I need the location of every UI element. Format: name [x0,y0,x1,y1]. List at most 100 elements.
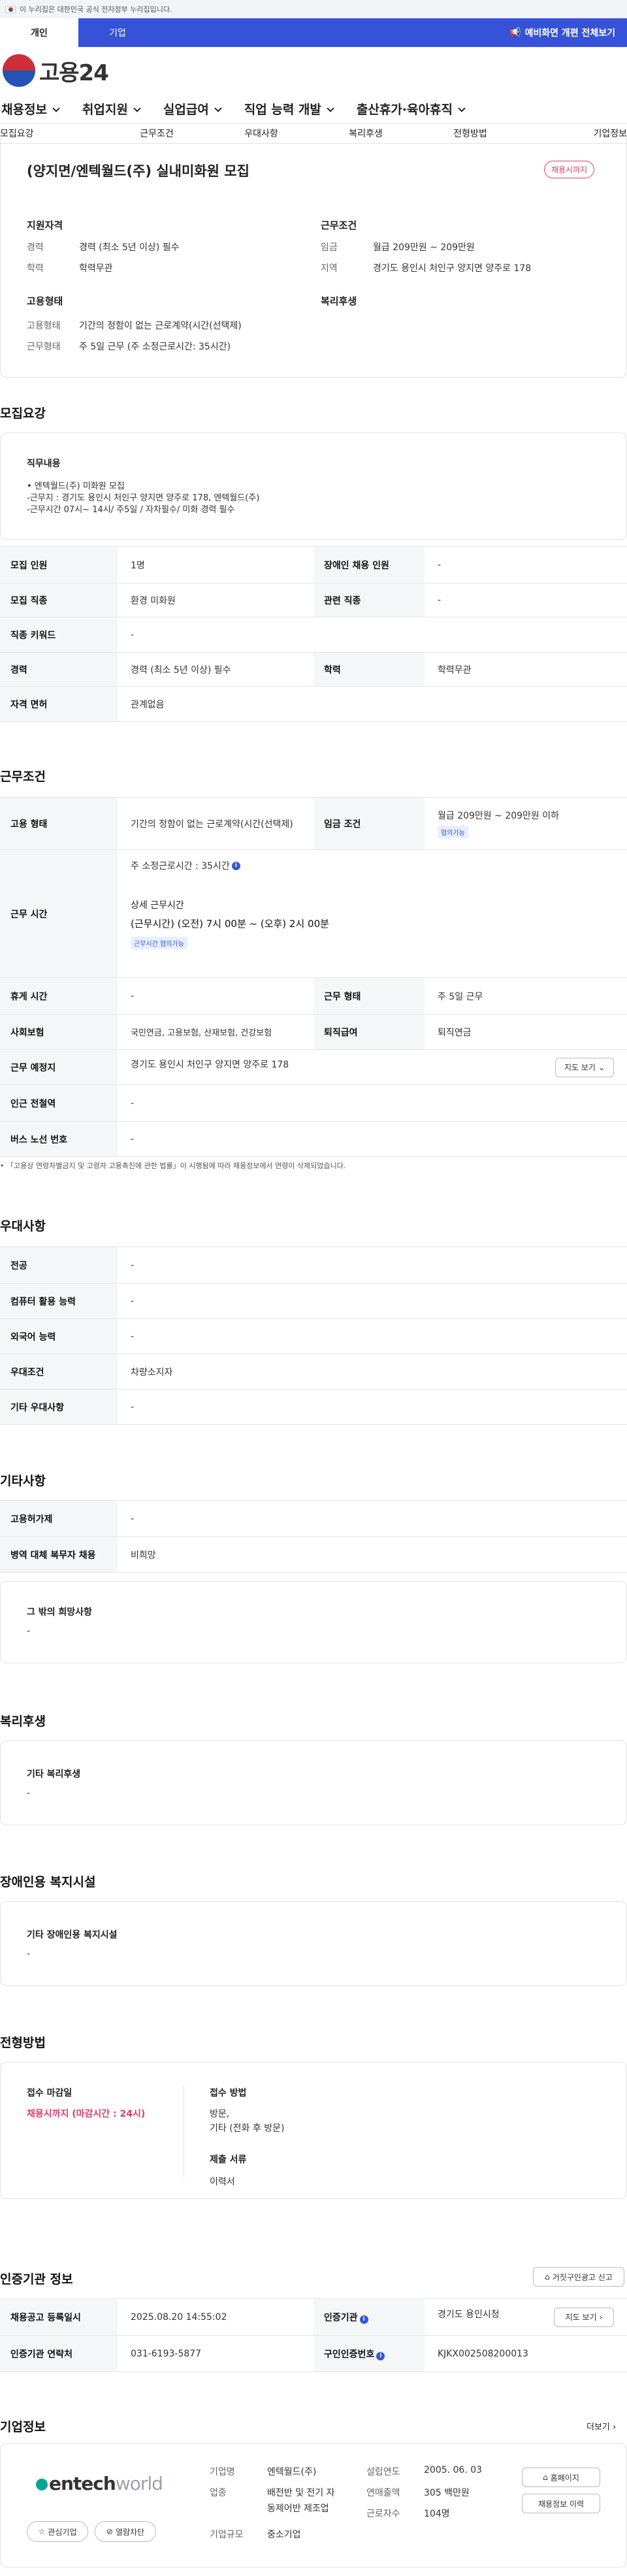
row-value: - [118,1389,627,1425]
report-fake-ad-label: 거짓구인광고 신고 [552,2272,613,2282]
status-badge: 채용시까지 [544,161,595,178]
row-value: 환경 미화원 [118,583,314,617]
row-label: 휴게 시간 [0,977,118,1015]
wage-value: 월급 209만원 ~ 209만원 [373,242,475,253]
nav-employment-support-label: 취업지원 [82,102,128,117]
other-wish-heading: 그 밖의 희망사항 [27,1607,92,1618]
row-label: 인증기관 [324,2312,358,2323]
recruit-table: 모집 인원 1명 장애인 채용 인원 - 모집 직종 환경 미화원 관련 직종 - 직종 키… [0,546,627,722]
info-icon[interactable]: i [359,2315,368,2324]
emptype-label: 고용형태 [27,321,61,331]
disabled-other-heading: 기타 장애인용 복지시설 [27,1930,118,1940]
row-label: 근무 예정지 [0,1049,118,1085]
disabled-section-title: 장애인용 복지시설 [0,1875,96,1889]
nav-skills[interactable]: 직업 능력 개발 [244,100,334,118]
recruit-section-title: 모집요강 [0,406,46,421]
map-button[interactable]: 지도 보기 ⌄ [555,1057,614,1077]
region-value: 경기도 용인시 처인구 양지면 양주로 178 [373,263,532,274]
homepage-label: 홈페이지 [550,2473,579,2483]
row-value: 기간의 정함이 없는 근로계약(시간(선택제) [118,797,314,850]
selection-section-title: 전형방법 [0,2036,46,2050]
row-label: 근무 형태 [314,977,425,1015]
preview-link[interactable]: 📢 예비화면 개편 전체보기 [509,18,627,47]
nav-jobs[interactable]: 채용정보 [1,100,60,118]
block-view-button[interactable]: ⊘ 열람차단 [95,2521,156,2542]
wage-label: 임금 [321,242,338,253]
table-row: 직종 키워드 - [0,617,627,653]
homepage-button[interactable]: ⌂ 홈페이지 [522,2468,600,2487]
industry-value: 동제어반 제조업 [267,2503,329,2514]
table-row: 고용 형태 기간의 정함이 없는 근로계약(시간(선택제) 임금 조건 월급 2… [0,797,627,850]
deadline-heading: 접수 마감일 [27,2088,72,2098]
table-row: 경력 경력 (최소 5년 이상) 필수 학력 학력무관 [0,652,627,687]
job-history-button[interactable]: 채용정보 이력 [522,2494,600,2513]
detail-hours-heading: 상세 근무시간 [131,900,184,911]
row-value: 비희망 [118,1537,627,1573]
duty-card: 직무내용 • 엔텍월드(주) 미화원 모집 -근무지 : 경기도 용인시 처인구… [0,432,627,540]
emptype-value: 기간의 정함이 없는 근로계약(시간(선택제) [79,321,242,331]
region-label: 지역 [321,263,338,274]
taegeuk-icon [3,54,35,87]
time-cell: 주 소정근로시간 : 35시간 i 상세 근무시간 (근무시간) (오전) 7시 … [118,849,627,978]
row-value: - [118,1500,627,1537]
chevron-right-icon: › [599,2312,603,2322]
info-icon[interactable]: i [231,861,240,870]
company-logo-text: entech [49,2473,116,2494]
gov-banner-text: 이 누리집은 대한민국 공식 전자정부 누리집입니다. [20,5,172,14]
company-logo: entechworld [36,2473,163,2494]
duty-heading: 직무내용 [27,459,61,469]
chevron-down-icon: ⌄ [598,1062,605,1072]
favorite-company-label: 관심기업 [48,2527,77,2537]
welfare-section-title: 복리후생 [0,1714,46,1729]
tab-personal[interactable]: 개인 [0,18,78,47]
company-name-value: 엔텍월드(주) [267,2467,317,2477]
nav-leave[interactable]: 출산휴가·육아휴직 [357,100,466,118]
company-size-value: 중소기업 [267,2530,301,2540]
table-row: 인증기관 연락처 031-6193-5877 구인인증번호 i KJKX00250… [0,2335,627,2372]
row-label: 버스 노선 번호 [0,1121,118,1157]
block-icon: ⊘ [106,2527,113,2536]
org-label-cell: 인증기관 i [314,2298,425,2336]
table-row: 병역 대체 복무자 채용 비희망 [0,1537,627,1573]
table-row: 근무 예정지 경기도 용인시 처인구 양지면 양주로 178 지도 보기 ⌄ [0,1049,627,1085]
company-more-link[interactable]: 더보기 › [587,2420,616,2432]
nav-employment-support[interactable]: 취업지원 [82,100,141,118]
agency-map-button[interactable]: 지도 보기 › [554,2307,614,2327]
nav-skills-label: 직업 능력 개발 [244,102,321,117]
row-value: - [118,1247,627,1284]
row-label: 장애인 채용 인원 [314,546,425,583]
employment-heading: 고용형태 [27,295,63,307]
row-value: 차량소지자 [118,1354,627,1390]
row-value: 1명 [118,546,314,583]
place-cell: 경기도 용인시 처인구 양지면 양주로 178 지도 보기 ⌄ [118,1049,627,1085]
agency-map-label: 지도 보기 [565,2313,597,2322]
row-label: 자격 면허 [0,686,118,722]
row-value: KJKX002508200013 [425,2335,627,2372]
table-row: 근무 시간 주 소정근로시간 : 35시간 i 상세 근무시간 (근무시간) (오… [0,849,627,978]
docs-heading: 제출 서류 [210,2155,247,2165]
nav-jobs-label: 채용정보 [1,102,47,117]
method-line: 기타 (전화 후 방문) [210,2123,285,2134]
nav-unemployment[interactable]: 실업급여 [163,100,222,118]
agency-section-title: 인증기관 정보 [0,2272,73,2287]
row-value: 031-6193-5877 [118,2335,314,2372]
row-value: 학력무관 [425,652,627,687]
info-icon[interactable]: i [376,2351,385,2360]
row-value: - [118,1121,627,1157]
prefer-table: 전공 - 컴퓨터 활용 능력 - 외국어 능력 - 우대조건 차량소지자 기타 우대사항… [0,1247,627,1425]
favorite-company-button[interactable]: ☆ 관심기업 [27,2521,88,2542]
table-row: 인근 전철역 - [0,1084,627,1122]
site-logo[interactable]: 고용24 [0,47,627,94]
row-label: 컴퓨터 활용 능력 [0,1283,118,1319]
company-more-label: 더보기 [587,2422,610,2432]
selection-card: 접수 마감일 채용시까지 (마감시간 : 24시) 접수 방법 방문, 기타 (… [0,2062,627,2199]
time-negotiable-badge: 근무시간 협의가능 [131,937,187,949]
site-name: 고용24 [39,59,109,86]
etc-section-title: 기타사항 [0,1474,46,1488]
table-row: 채용공고 등록일시 2025.08.20 14:55:02 인증기관 i 경기도 … [0,2298,627,2336]
tab-company[interactable]: 기업 [78,18,157,47]
row-value: 관계없음 [118,686,627,722]
report-fake-ad-button[interactable]: ⌂ 거짓구인광고 신고 [533,2267,624,2287]
other-wish-value: - [27,1626,31,1637]
etc-table: 고용허가제 - 병역 대체 복무자 채용 비희망 [0,1500,627,1573]
